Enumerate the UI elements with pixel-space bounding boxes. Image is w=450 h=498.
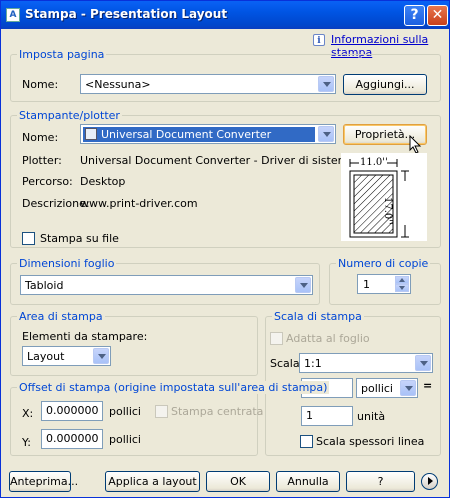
paper-preview: 11.0'' 17.0''	[341, 153, 427, 241]
equals-sign: =	[423, 379, 433, 392]
fit-to-paper-checkbox[interactable]	[270, 332, 283, 345]
fit-to-paper-label: Adatta al foglio	[286, 332, 370, 345]
plot-scale-group-title: Scala di stampa	[272, 310, 364, 323]
page-setup-group-title: Imposta pagina	[17, 48, 107, 61]
help-button[interactable]: ?	[346, 471, 415, 492]
add-page-setup-button[interactable]: Aggiungi...	[343, 74, 427, 95]
help-title-button[interactable]: ?	[404, 5, 425, 26]
preview-width-label: 11.0''	[360, 157, 388, 168]
scale-lineweights-label: Scala spessori linea	[316, 435, 425, 448]
plot-area-group-title: Area di stampa	[17, 310, 105, 323]
offset-y-unit: pollici	[109, 433, 141, 446]
chevron-down-icon[interactable]	[415, 355, 431, 371]
autocad-app-icon: A	[6, 8, 20, 22]
info-icon: i	[313, 34, 325, 46]
close-button[interactable]: ✕	[427, 5, 448, 26]
page-setup-name-dropdown[interactable]: <Nessuna>	[80, 74, 336, 94]
scale-value: 1:1	[304, 357, 322, 370]
scale-units-label: unità	[357, 410, 386, 423]
page-setup-name-value: <Nessuna>	[85, 78, 151, 91]
paper-size-group-title: Dimensioni foglio	[17, 257, 117, 270]
chevron-down-icon[interactable]	[295, 277, 311, 293]
preview-button[interactable]: Anteprima...	[9, 471, 78, 492]
cancel-button[interactable]: Annulla	[276, 471, 340, 492]
description-value: www.print-driver.com	[80, 197, 198, 210]
plotter-label: Plotter:	[22, 154, 62, 167]
print-dialog: A Stampa - Presentation Layout ? ✕ i Inf…	[0, 0, 450, 498]
offset-x-unit: pollici	[109, 405, 141, 418]
chevron-down-icon[interactable]	[400, 380, 416, 396]
mouse-cursor-icon	[409, 135, 422, 154]
chevron-down-icon[interactable]	[93, 348, 109, 364]
path-value: Desktop	[80, 175, 126, 188]
path-label: Percorso:	[22, 175, 73, 188]
chevron-down-icon[interactable]	[318, 126, 334, 142]
offset-y-input[interactable]: 0.000000	[41, 429, 103, 449]
offset-x-input[interactable]: 0.000000	[41, 401, 103, 421]
paper-size-value: Tabloid	[25, 279, 64, 292]
preview-height-label: 17.0''	[382, 197, 393, 225]
copies-value: 1	[363, 278, 370, 291]
spin-down-icon[interactable]	[395, 284, 409, 292]
print-to-file-checkbox[interactable]	[22, 232, 35, 245]
chevron-down-icon[interactable]	[318, 76, 334, 92]
scale-units-input[interactable]: 1	[301, 406, 353, 426]
expand-options-icon[interactable]	[421, 473, 438, 490]
printer-name-dropdown[interactable]: Universal Document Converter	[80, 124, 336, 144]
scale-units-dropdown[interactable]: pollici	[356, 378, 418, 398]
offset-y-label: Y:	[22, 436, 31, 449]
window-title: Stampa - Presentation Layout	[25, 7, 228, 21]
plot-offset-group-title: Offset di stampa (origine impostata sull…	[17, 381, 330, 394]
copies-group-title: Numero di copie	[336, 257, 431, 270]
what-to-plot-label: Elementi da stampare:	[22, 330, 148, 343]
what-to-plot-value: Layout	[27, 350, 65, 363]
scale-lineweights-checkbox[interactable]	[300, 435, 313, 448]
ok-button[interactable]: OK	[206, 471, 270, 492]
paper-size-dropdown[interactable]: Tabloid	[20, 275, 313, 295]
print-to-file-label: Stampa su file	[40, 232, 119, 245]
center-plot-label: Stampa centrata	[171, 405, 264, 418]
center-plot-checkbox[interactable]	[155, 405, 168, 418]
title-bar[interactable]: A Stampa - Presentation Layout ? ✕	[1, 1, 449, 29]
scale-dropdown[interactable]: 1:1	[299, 353, 433, 373]
printer-name-label: Nome:	[22, 131, 59, 144]
spin-up-icon[interactable]	[395, 276, 409, 284]
offset-x-label: X:	[22, 407, 34, 420]
scale-units-value: pollici	[361, 382, 393, 395]
apply-to-layout-button[interactable]: Applica a layout	[105, 471, 200, 492]
printer-name-value: Universal Document Converter	[83, 127, 315, 142]
page-setup-name-label: Nome:	[22, 78, 59, 91]
printer-icon	[85, 128, 97, 140]
what-to-plot-dropdown[interactable]: Layout	[22, 346, 111, 366]
printer-group-title: Stampante/plotter	[17, 109, 122, 122]
copies-spinner[interactable]: 1	[357, 274, 411, 294]
